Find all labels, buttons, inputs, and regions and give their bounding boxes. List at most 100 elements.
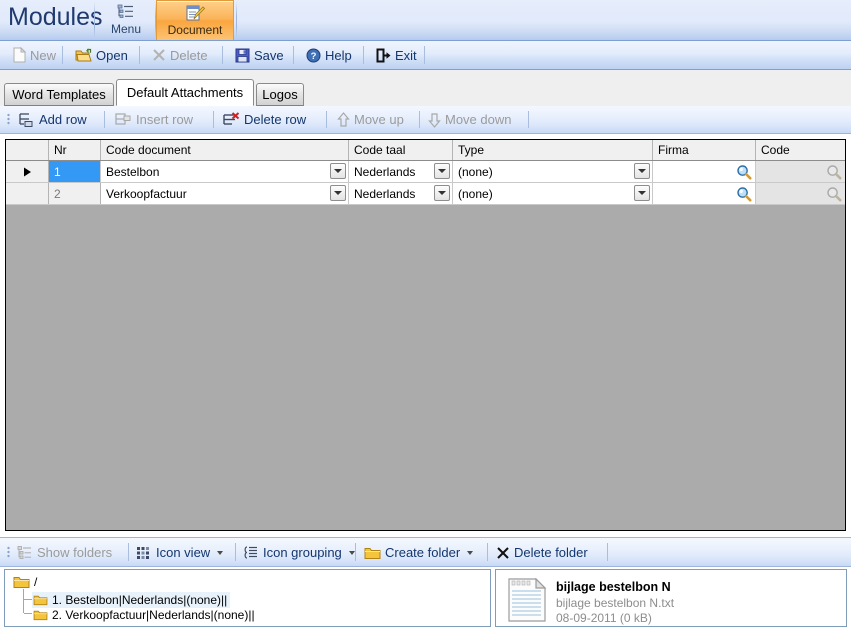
- row-toolbar-label: Move up: [354, 112, 404, 127]
- icon-grouping-button[interactable]: Icon grouping: [243, 542, 355, 563]
- grid-header-firma[interactable]: Firma: [653, 140, 756, 160]
- cell-text: Nederlands: [354, 164, 416, 179]
- tree-node-item[interactable]: 1. Bestelbon|Nederlands|(none)||: [32, 592, 231, 608]
- list-menu-icon: [117, 3, 135, 22]
- toolbar-label: Exit: [395, 47, 417, 63]
- cell-firma[interactable]: [653, 161, 756, 182]
- table-row[interactable]: 1 Bestelbon Nederlands (none): [6, 161, 845, 183]
- search-icon-disabled: [825, 163, 842, 180]
- cell-nr[interactable]: 1: [49, 161, 101, 182]
- chevron-down-icon[interactable]: [330, 185, 346, 201]
- tab-default-attachments[interactable]: Default Attachments: [116, 79, 254, 106]
- folder-tree[interactable]: / 1. Bestelbon|Nederlands|(none)|| 2. Ve…: [4, 569, 491, 627]
- row-indicator[interactable]: [6, 183, 49, 204]
- exit-button[interactable]: Exit: [371, 44, 422, 66]
- chevron-down-icon[interactable]: [348, 550, 355, 555]
- data-grid: Nr Code document Code taal Type Firma Co…: [5, 139, 846, 531]
- move-up-button[interactable]: Move up: [337, 109, 404, 130]
- icon-view-button[interactable]: Icon view: [136, 542, 224, 563]
- table-row[interactable]: 2 Verkoopfactuur Nederlands (none): [6, 183, 845, 205]
- row-current-indicator[interactable]: [6, 161, 49, 182]
- row-toolbar-divider: [326, 111, 327, 128]
- search-icon[interactable]: [735, 163, 752, 180]
- chevron-down-icon[interactable]: [634, 185, 650, 201]
- toolbar-label: Save: [254, 47, 284, 63]
- tree-node-item[interactable]: 2. Verkoopfactuur|Nederlands|(none)||: [32, 607, 258, 623]
- move-down-button[interactable]: Move down: [428, 109, 511, 130]
- folder-toolbar-label: Create folder: [385, 545, 461, 560]
- row-toolbar-divider: [213, 111, 214, 128]
- tree-node-label: 1. Bestelbon|Nederlands|(none)||: [52, 593, 228, 607]
- save-button[interactable]: Save: [230, 44, 289, 66]
- tab-logos[interactable]: Logos: [256, 83, 304, 106]
- cell-type[interactable]: (none): [453, 183, 653, 204]
- icon-view-icon: [136, 546, 152, 560]
- cell-code-taal[interactable]: Nederlands: [349, 161, 453, 182]
- grid-header-code-taal[interactable]: Code taal: [349, 140, 453, 160]
- chevron-down-icon[interactable]: [467, 550, 474, 555]
- open-folder-icon: [75, 47, 92, 63]
- chevron-down-icon[interactable]: [330, 163, 346, 179]
- document-edit-icon: [185, 4, 205, 23]
- grid-header-type[interactable]: Type: [453, 140, 653, 160]
- cell-code-taal[interactable]: Nederlands: [349, 183, 453, 204]
- folder-toolbar-divider: [607, 543, 608, 561]
- ribbon-button-menu[interactable]: Menu: [97, 0, 155, 40]
- folder-toolbar-label: Icon view: [156, 545, 211, 560]
- open-button[interactable]: Open: [70, 44, 133, 66]
- attachment-detail-pane[interactable]: bijlage bestelbon N bijlage bestelbon N.…: [495, 569, 847, 627]
- create-folder-button[interactable]: Create folder: [364, 542, 474, 563]
- insert-row-button[interactable]: Insert row: [114, 109, 193, 130]
- row-toolbar-label: Add row: [39, 112, 87, 127]
- cell-code-document[interactable]: Bestelbon: [101, 161, 349, 182]
- folder-toolbar-label: Icon grouping: [263, 545, 342, 560]
- chevron-down-icon[interactable]: [434, 163, 450, 179]
- grid-header-code[interactable]: Code: [756, 140, 845, 160]
- cell-text: Nederlands: [354, 186, 416, 201]
- folder-icon: [33, 594, 48, 606]
- delete-folder-button[interactable]: Delete folder: [496, 542, 588, 563]
- search-icon[interactable]: [735, 185, 752, 202]
- toolbar-grip[interactable]: [7, 113, 10, 126]
- toolbar-divider: [424, 46, 425, 64]
- chevron-down-icon[interactable]: [634, 163, 650, 179]
- add-row-button[interactable]: Add row: [17, 109, 87, 130]
- chevron-down-icon[interactable]: [434, 185, 450, 201]
- toolbar-grip[interactable]: [7, 546, 10, 559]
- ribbon-button-label: Document: [167, 23, 223, 37]
- row-toolbar: Add row Insert row Delete row Move up Mo…: [0, 106, 851, 134]
- folder-toolbar-label: Delete folder: [514, 545, 588, 560]
- cell-code: [756, 161, 845, 182]
- ribbon-button-document[interactable]: Document: [156, 0, 234, 40]
- folder-toolbar-divider: [128, 543, 129, 561]
- row-toolbar-label: Insert row: [136, 112, 194, 127]
- toolbar-label: Delete: [170, 47, 208, 63]
- delete-x-icon: [496, 546, 510, 560]
- grid-header-code-document[interactable]: Code document: [101, 140, 349, 160]
- ribbon-header: Modules Menu Document: [0, 0, 851, 41]
- new-button[interactable]: New: [8, 44, 61, 66]
- show-folders-button[interactable]: Show folders: [17, 542, 112, 563]
- cell-code-document[interactable]: Verkoopfactuur: [101, 183, 349, 204]
- delete-button[interactable]: Delete: [147, 44, 213, 66]
- toolbar-label: Open: [96, 47, 128, 63]
- chevron-down-icon[interactable]: [217, 550, 224, 555]
- tree-node-root[interactable]: /: [13, 575, 37, 589]
- help-button[interactable]: ? Help: [301, 44, 357, 66]
- cell-firma[interactable]: [653, 183, 756, 204]
- help-circle-icon: ?: [306, 48, 321, 63]
- attachment-title: bijlage bestelbon N: [556, 580, 671, 594]
- cell-text: Bestelbon: [106, 164, 160, 179]
- cell-type[interactable]: (none): [453, 161, 653, 182]
- search-icon-disabled: [825, 185, 842, 202]
- tab-label: Word Templates: [12, 87, 106, 102]
- cell-nr[interactable]: 2: [49, 183, 101, 204]
- delete-row-button[interactable]: Delete row: [222, 109, 306, 130]
- show-folders-icon: [17, 545, 33, 560]
- grid-header-selector[interactable]: [6, 140, 49, 160]
- tab-label: Logos: [262, 87, 298, 102]
- tab-word-templates[interactable]: Word Templates: [4, 83, 114, 106]
- folder-icon: [33, 609, 48, 621]
- cell-text: (none): [458, 186, 493, 201]
- grid-header-nr[interactable]: Nr: [49, 140, 101, 160]
